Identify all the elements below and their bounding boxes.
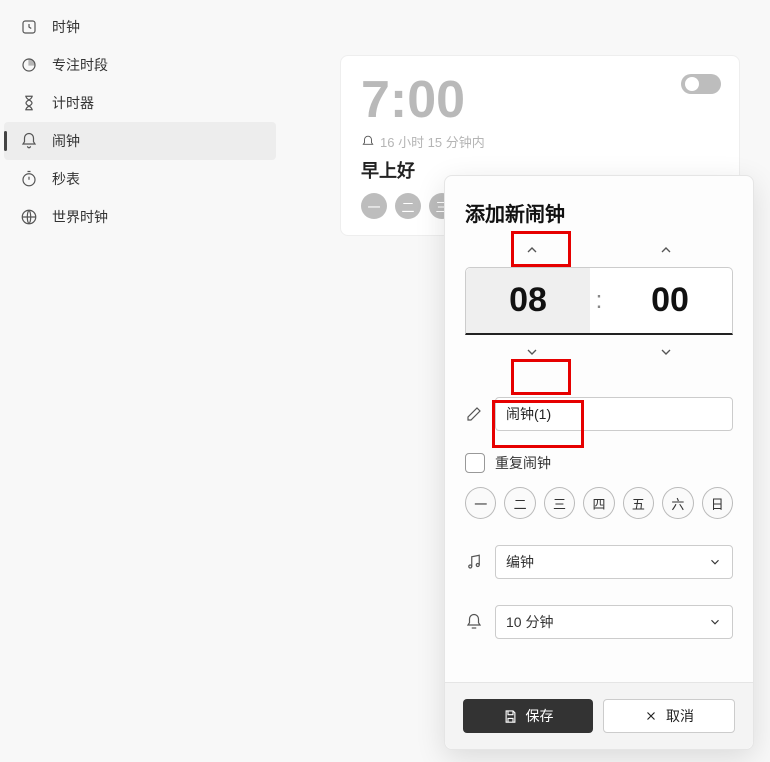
sidebar-item-label: 闹钟 (52, 131, 80, 151)
weekday-button[interactable]: 四 (583, 487, 614, 519)
alarm-time: 7:00 (361, 74, 719, 126)
sidebar-item-label: 专注时段 (52, 55, 108, 75)
sidebar-item-focus[interactable]: 专注时段 (0, 46, 280, 84)
weekday-button[interactable]: 六 (662, 487, 693, 519)
close-icon (644, 709, 658, 723)
sidebar: 时钟 专注时段 计时器 闹钟 秒表 世界时钟 (0, 0, 280, 762)
weekday-button[interactable]: 三 (544, 487, 575, 519)
save-button[interactable]: 保存 (463, 699, 593, 733)
weekday-button[interactable]: 日 (702, 487, 733, 519)
snooze-icon (465, 613, 483, 631)
sound-select[interactable]: 编钟 (495, 545, 733, 579)
repeat-label: 重复闹钟 (495, 453, 551, 473)
hour-down-button[interactable] (502, 337, 562, 367)
chevron-down-icon (708, 555, 722, 569)
weekday-button[interactable]: 一 (465, 487, 496, 519)
music-icon (465, 553, 483, 571)
sidebar-item-timer[interactable]: 计时器 (0, 84, 280, 122)
save-label: 保存 (526, 706, 554, 726)
sidebar-item-label: 时钟 (52, 17, 80, 37)
hour-input[interactable]: 08 (466, 268, 590, 333)
weekday-button[interactable]: 五 (623, 487, 654, 519)
edit-icon (465, 405, 483, 423)
clock-icon (20, 18, 38, 36)
sound-value: 编钟 (506, 552, 534, 572)
snooze-select[interactable]: 10 分钟 (495, 605, 733, 639)
time-input-row: 08 : 00 (465, 267, 733, 335)
alarm-toggle[interactable] (681, 74, 721, 94)
focus-icon (20, 56, 38, 74)
cancel-button[interactable]: 取消 (603, 699, 735, 733)
weekday-row: 一 二 三 四 五 六 日 (465, 487, 733, 519)
dialog-title: 添加新闹钟 (465, 198, 733, 227)
add-alarm-dialog: 添加新闹钟 08 : 00 (444, 175, 754, 750)
time-separator: : (590, 287, 608, 315)
globe-icon (20, 208, 38, 226)
sidebar-item-clock[interactable]: 时钟 (0, 8, 280, 46)
save-icon (503, 709, 518, 724)
sidebar-item-alarm[interactable]: 闹钟 (4, 122, 276, 160)
bell-icon (20, 132, 38, 150)
alarm-remaining: 16 小时 15 分钟内 (380, 132, 485, 151)
minute-input[interactable]: 00 (608, 281, 732, 320)
day-chip: 一 (361, 193, 387, 219)
repeat-checkbox[interactable] (465, 453, 485, 473)
sidebar-item-worldclock[interactable]: 世界时钟 (0, 198, 280, 236)
stopwatch-icon (20, 170, 38, 188)
sidebar-item-label: 计时器 (52, 93, 94, 113)
minute-down-button[interactable] (636, 337, 696, 367)
hour-up-button[interactable] (502, 235, 562, 265)
time-picker: 08 : 00 (465, 235, 733, 367)
alarm-name-input[interactable] (495, 397, 733, 431)
minute-up-button[interactable] (636, 235, 696, 265)
weekday-button[interactable]: 二 (504, 487, 535, 519)
cancel-label: 取消 (666, 706, 694, 726)
sidebar-item-stopwatch[interactable]: 秒表 (0, 160, 280, 198)
sidebar-item-label: 世界时钟 (52, 207, 108, 227)
day-chip: 二 (395, 193, 421, 219)
bell-outline-icon (361, 135, 375, 149)
dialog-footer: 保存 取消 (445, 682, 753, 749)
hourglass-icon (20, 94, 38, 112)
sidebar-item-label: 秒表 (52, 169, 80, 189)
chevron-down-icon (708, 615, 722, 629)
snooze-value: 10 分钟 (506, 612, 553, 632)
